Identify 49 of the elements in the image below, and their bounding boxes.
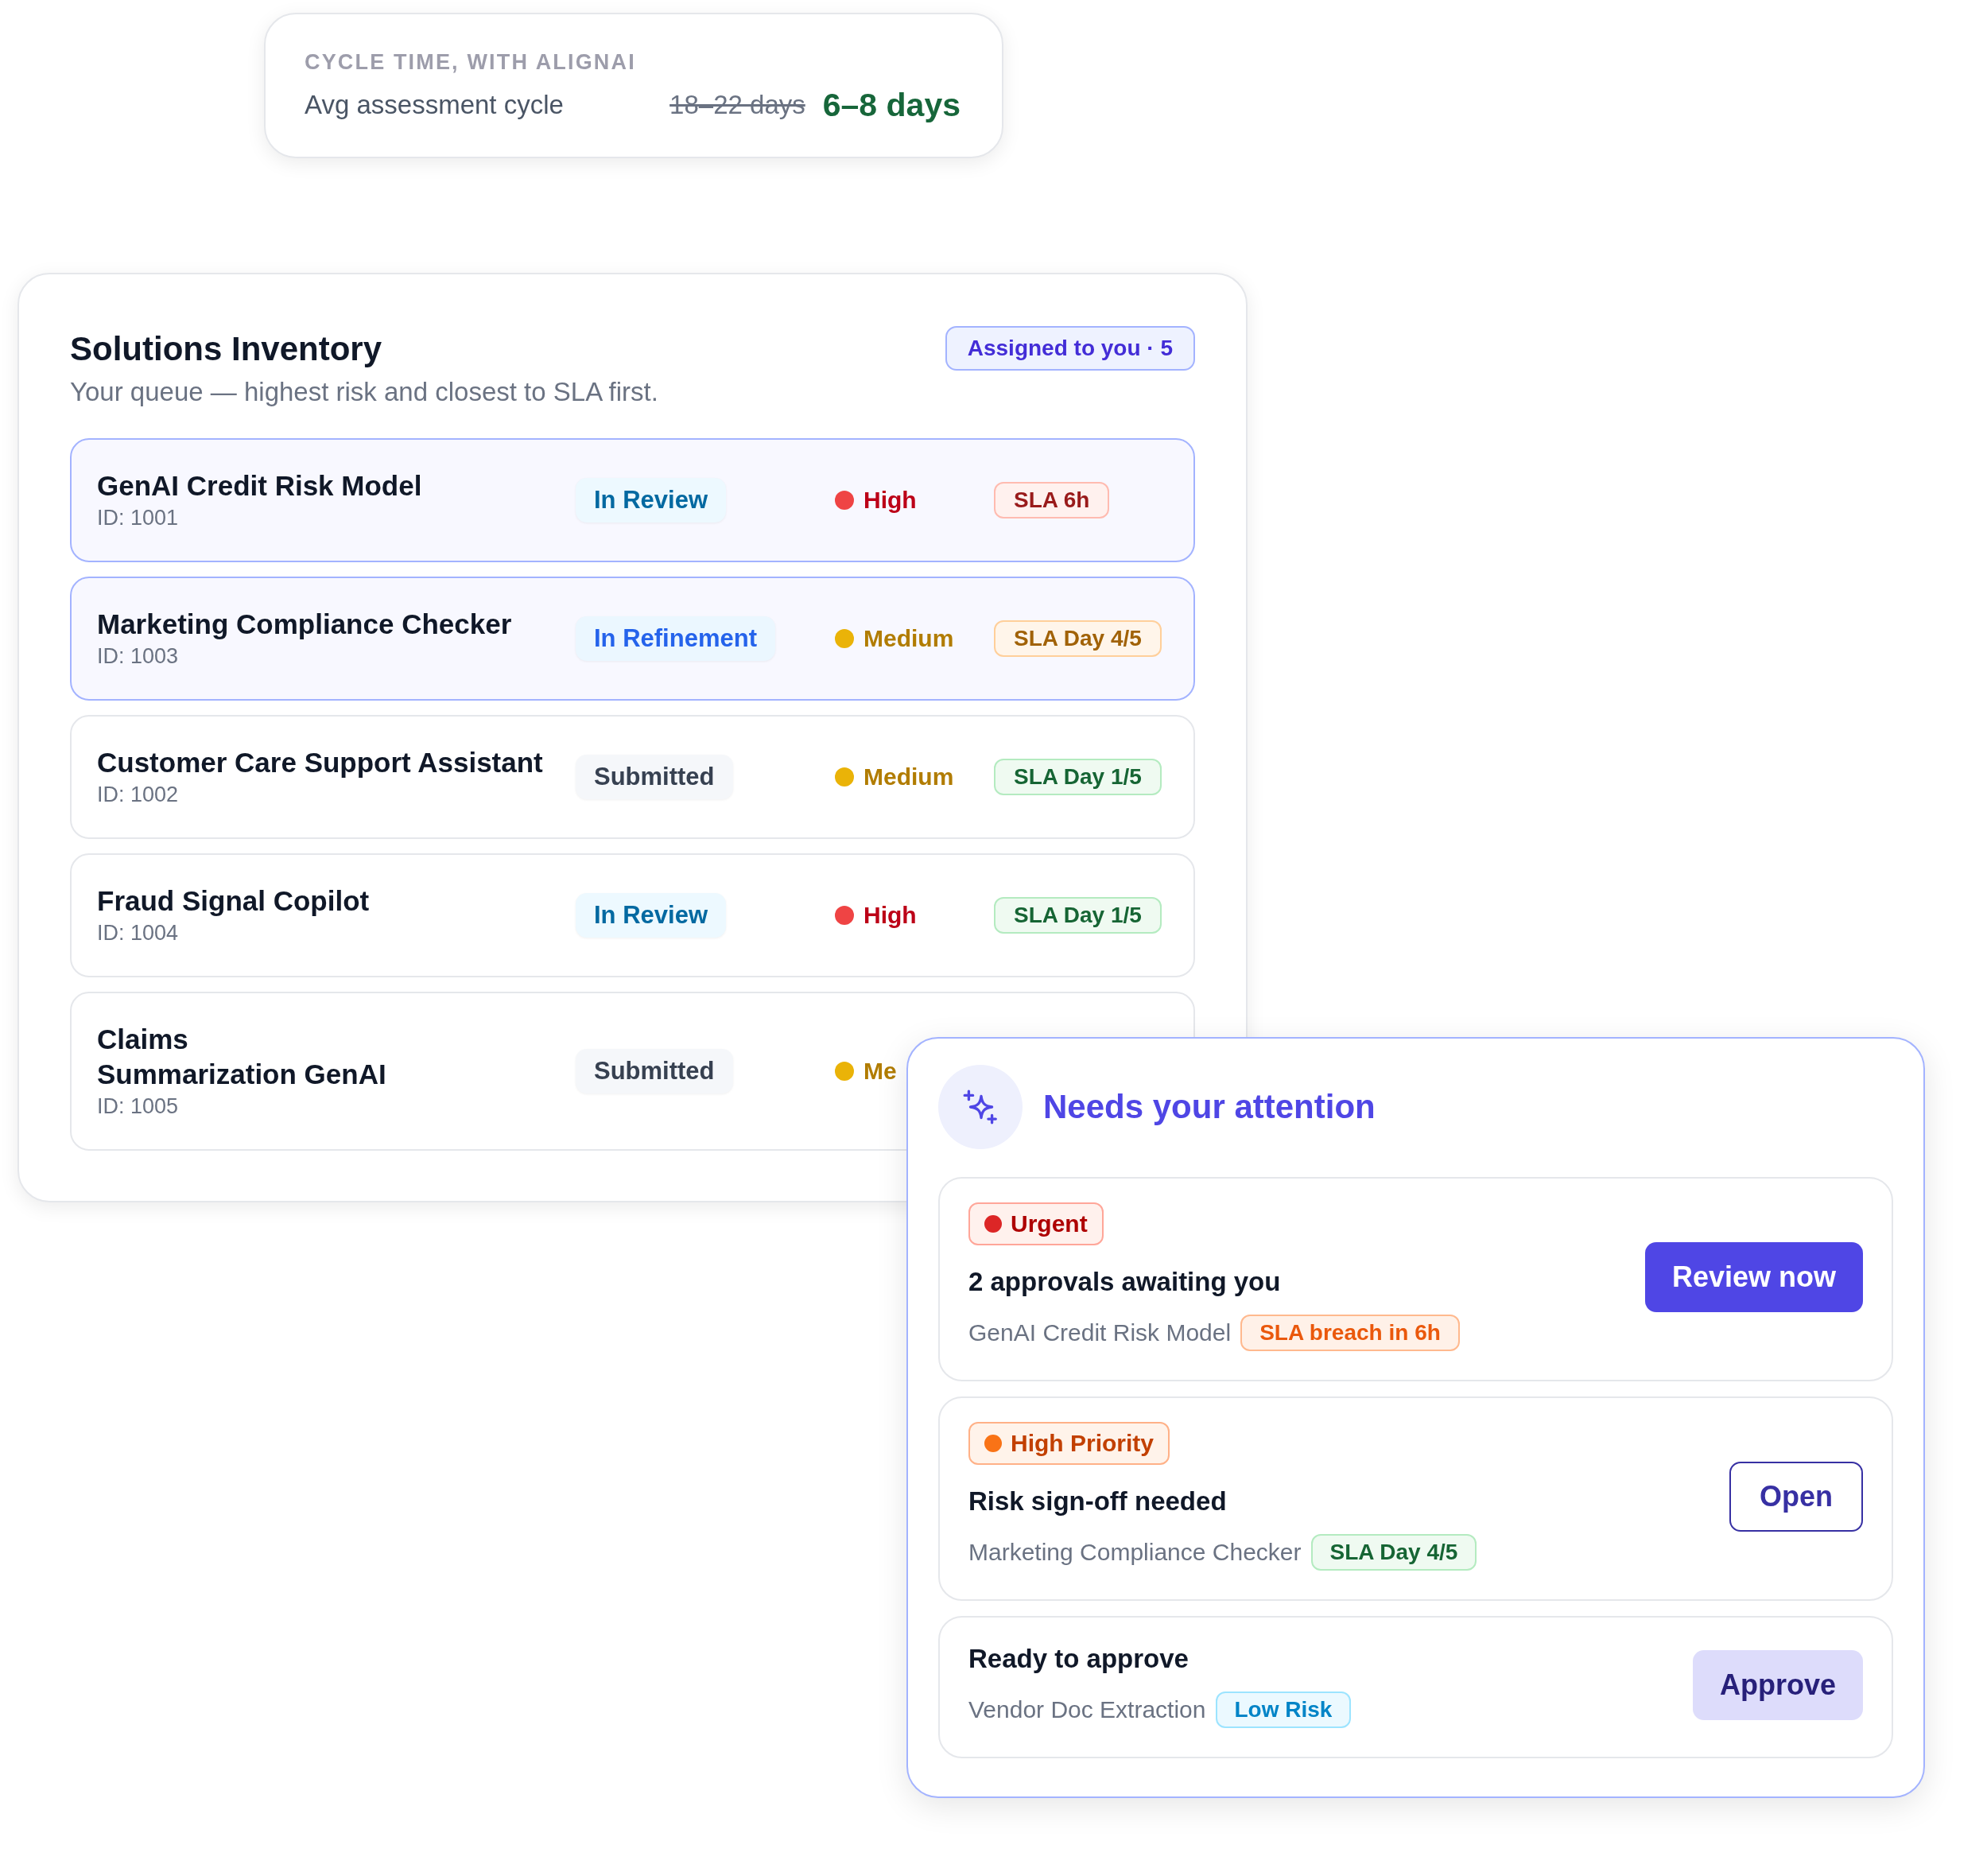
solution-row[interactable]: Fraud Signal Copilot ID: 1004 In Review High SLA Day 1/5 [70, 853, 1195, 977]
inventory-subtitle: Your queue — highest risk and closest to SLA first. [70, 376, 658, 408]
status-tag: In Review [576, 478, 726, 522]
risk-label: Medium [863, 624, 954, 653]
item-tag: SLA breach in 6h [1240, 1315, 1460, 1351]
item-title: Risk sign-off needed [968, 1486, 1227, 1517]
item-tag: SLA Day 4/5 [1310, 1534, 1477, 1571]
risk-label: Me [863, 1057, 897, 1086]
sla-tag: SLA 6h [994, 482, 1110, 519]
risk-label: Medium [863, 763, 954, 791]
status-tag: In Review [576, 893, 726, 938]
previous-value: 18–22 days [669, 89, 805, 121]
solution-row[interactable]: Customer Care Support Assistant ID: 1002 Submitted Medium SLA Day 1/5 [70, 715, 1195, 839]
solution-id: ID: 1002 [97, 782, 179, 808]
current-value: 6–8 days [822, 86, 961, 125]
solution-name: Vendor Doc Extraction [968, 1695, 1206, 1724]
priority-label: High Priority [1011, 1429, 1154, 1458]
status-tag: In Refinement [576, 616, 775, 661]
solution-name: Marketing Compliance Checker [97, 608, 512, 641]
item-tag: Low Risk [1215, 1692, 1352, 1728]
solution-id: ID: 1004 [97, 920, 179, 946]
outline-button[interactable]: Open [1729, 1461, 1863, 1532]
status-tag: Submitted [576, 1049, 733, 1093]
sla-tag: SLA Day 1/5 [994, 897, 1162, 934]
risk-label: High [863, 486, 917, 515]
status-tag: Submitted [576, 755, 733, 799]
priority-label: Urgent [1011, 1210, 1088, 1238]
metric-label: Avg assessment cycle [305, 89, 564, 121]
item-title: 2 approvals awaiting you [968, 1266, 1281, 1298]
solution-name: Marketing Compliance Checker [968, 1538, 1302, 1567]
risk-label: High [863, 901, 917, 930]
solution-name: Customer Care Support Assistant [97, 746, 543, 779]
card-label: CYCLE TIME, WITH ALIGNAI [305, 49, 636, 76]
solution-name: Claims Summarization GenAI [97, 1023, 386, 1091]
inventory-title: Solutions Inventory [70, 329, 382, 369]
solution-row[interactable]: Marketing Compliance Checker ID: 1003 In Refinement Medium SLA Day 4/5 [70, 577, 1195, 701]
solution-name: Fraud Signal Copilot [97, 884, 370, 918]
assigned-count-tag: Assigned to you · 5 [945, 326, 1195, 371]
secondary-button[interactable]: Approve [1692, 1649, 1863, 1720]
item-title: Ready to approve [968, 1643, 1189, 1675]
solution-id: ID: 1005 [97, 1093, 179, 1120]
solution-name: GenAI Credit Risk Model [968, 1319, 1232, 1347]
solution-id: ID: 1001 [97, 505, 179, 531]
sla-tag: SLA Day 1/5 [994, 759, 1162, 795]
solution-name: GenAI Credit Risk Model [97, 469, 422, 503]
sla-tag: SLA Day 4/5 [994, 620, 1162, 657]
primary-button[interactable]: Review now [1644, 1241, 1863, 1312]
solution-id: ID: 1003 [97, 643, 179, 670]
solution-row[interactable]: GenAI Credit Risk Model ID: 1001 In Review High SLA 6h [70, 438, 1195, 562]
